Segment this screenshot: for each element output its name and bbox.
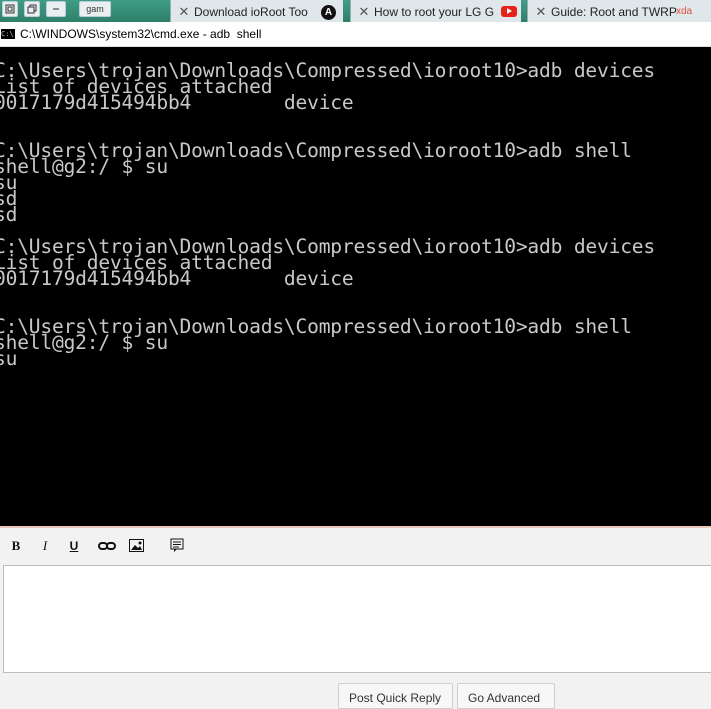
- bold-button[interactable]: B: [9, 538, 23, 554]
- cmd-icon: C:\: [1, 29, 15, 39]
- minimize-icon: [53, 8, 59, 10]
- console-line: shell@g2:/ $ su: [0, 155, 168, 178]
- reply-textarea[interactable]: [3, 565, 711, 673]
- console-line: 0017179d415494bb4 device: [0, 91, 354, 114]
- youtube-icon: [501, 6, 517, 17]
- copy-button[interactable]: [24, 1, 40, 17]
- tab-label: Guide: Root and TWRP: [551, 5, 677, 19]
- image-icon: [129, 539, 144, 552]
- tab-guide-root-twrp[interactable]: ✕ Guide: Root and TWRP xda: [527, 0, 711, 22]
- console-line: 0017179d415494bb4 device: [0, 267, 354, 290]
- link-icon: [98, 542, 116, 550]
- window-button[interactable]: [2, 1, 18, 17]
- tab-download-ioroot[interactable]: ✕ Download ioRoot Too A: [170, 0, 343, 22]
- console-line: shell@g2:/ $ su: [0, 331, 168, 354]
- tab-label: Download ioRoot Too: [194, 5, 308, 19]
- close-icon[interactable]: ✕: [357, 0, 371, 22]
- browser-tab-strip: gam ✕ Download ioRoot Too A ✕ How to root …: [0, 0, 711, 22]
- post-quick-reply-button[interactable]: Post Quick Reply: [338, 683, 453, 709]
- copy-icon: [27, 4, 37, 14]
- tab-gam[interactable]: gam: [79, 1, 111, 17]
- console-line: sd: [0, 203, 18, 226]
- tab-label: How to root your LG G: [374, 5, 495, 19]
- close-icon[interactable]: ✕: [177, 0, 191, 22]
- underline-button[interactable]: U: [67, 538, 81, 554]
- image-button[interactable]: [129, 538, 144, 554]
- minimize-button[interactable]: [46, 1, 66, 17]
- link-button[interactable]: [98, 538, 116, 554]
- window-title: C:\WINDOWS\system32\cmd.exe - adb shell: [20, 27, 262, 41]
- console-output[interactable]: C:\Users\trojan\Downloads\Compressed\ior…: [0, 47, 711, 528]
- italic-button[interactable]: I: [38, 538, 52, 554]
- go-advanced-button[interactable]: Go Advanced: [457, 683, 555, 709]
- editor-toolbar: B I U: [0, 528, 711, 564]
- close-icon[interactable]: ✕: [534, 0, 548, 22]
- tab-how-to-root[interactable]: ✕ How to root your LG G: [350, 0, 521, 22]
- cmd-titlebar[interactable]: C:\ C:\WINDOWS\system32\cmd.exe - adb sh…: [0, 22, 711, 47]
- quote-button[interactable]: [170, 538, 184, 554]
- console-line: su: [0, 347, 18, 370]
- window-icon: [5, 4, 15, 14]
- quote-icon: [170, 538, 184, 552]
- xda-tag: xda: [676, 6, 693, 17]
- tab-badge-icon: A: [321, 5, 336, 20]
